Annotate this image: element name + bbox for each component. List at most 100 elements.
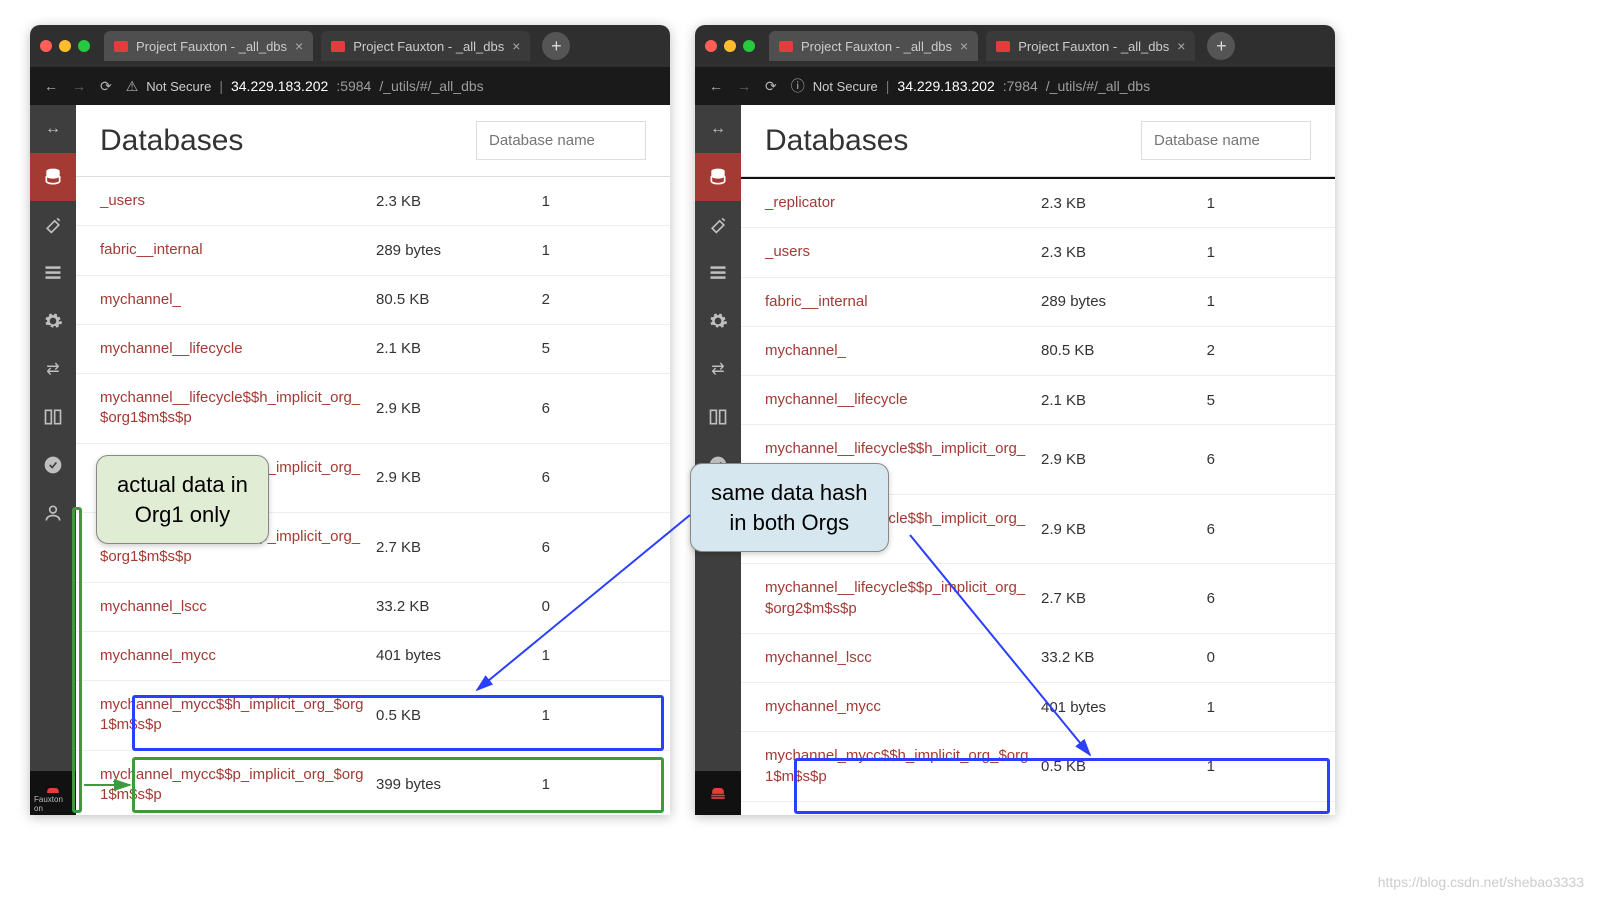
table-row[interactable]: _users2.3 KB1 <box>76 177 670 226</box>
sidebar-databases-icon[interactable] <box>30 153 76 201</box>
sidebar-user-icon[interactable] <box>30 489 76 537</box>
sidebar-databases-icon[interactable] <box>695 153 741 201</box>
traffic-lights <box>705 40 755 52</box>
sidebar-verify-icon[interactable] <box>30 441 76 489</box>
table-row[interactable]: mychannel_mycc$$h_implicit_org_$org1$m$s… <box>741 732 1335 802</box>
sidebar-config-icon[interactable] <box>30 297 76 345</box>
couchdb-logo-icon[interactable] <box>695 771 741 815</box>
search-input[interactable] <box>476 121 646 160</box>
tab-active[interactable]: Project Fauxton - _all_dbs × <box>769 31 978 61</box>
page-header: Databases <box>741 105 1335 177</box>
table-row[interactable]: fabric__internal289 bytes1 <box>741 278 1335 327</box>
db-size: 2.3 KB <box>1041 195 1207 212</box>
db-name[interactable]: mychannel__lifecycle <box>100 339 376 359</box>
page-title: Databases <box>100 124 243 158</box>
table-row[interactable]: fabric__internal289 bytes1 <box>76 226 670 275</box>
info-icon: ⓘ <box>791 76 805 96</box>
db-name[interactable]: _replicator <box>765 193 1041 213</box>
zoom-dot-icon[interactable] <box>78 40 90 52</box>
table-row[interactable]: mychannel_mycc401 bytes1 <box>76 632 670 681</box>
reload-icon[interactable]: ⟳ <box>765 78 777 95</box>
db-doc-count: 1 <box>542 193 652 210</box>
table-row[interactable]: mychannel_lscc33.2 KB0 <box>76 583 670 632</box>
sidebar-tasks-icon[interactable] <box>695 249 741 297</box>
table-row[interactable]: mychannel__lifecycle$$h_implicit_org_$or… <box>76 374 670 444</box>
fauxton-label: Fauxton on <box>30 793 76 815</box>
tab-inactive[interactable]: Project Fauxton - _all_dbs × <box>321 31 530 61</box>
table-row[interactable]: mychannel__lifecycle$$p_implicit_org_$or… <box>741 564 1335 634</box>
sidebar-toggle-icon[interactable]: ↔ <box>30 105 76 153</box>
sidebar-docs-icon[interactable] <box>30 393 76 441</box>
db-name[interactable]: mychannel_mycc <box>100 646 376 666</box>
db-name[interactable]: mychannel_mycc$$p_implicit_org_$org1$m$s… <box>100 765 376 806</box>
db-name[interactable]: mychannel_lscc <box>100 597 376 617</box>
url-host: 34.229.183.202 <box>897 78 994 94</box>
db-size: 2.3 KB <box>376 193 542 210</box>
db-name[interactable]: mychannel__lifecycle$$p_implicit_org_$or… <box>765 578 1041 619</box>
sidebar-toggle-icon[interactable]: ↔ <box>695 105 741 153</box>
sidebar-setup-icon[interactable] <box>30 201 76 249</box>
tab-bar: Project Fauxton - _all_dbs × Project Fau… <box>695 25 1335 67</box>
sidebar-replication-icon[interactable]: ⇄ <box>30 345 76 393</box>
db-size: 401 bytes <box>1041 699 1207 716</box>
db-name[interactable]: _users <box>100 191 376 211</box>
table-row[interactable]: mychannel__lifecycle2.1 KB5 <box>76 325 670 374</box>
tab-active[interactable]: Project Fauxton - _all_dbs × <box>104 31 313 61</box>
sidebar-docs-icon[interactable] <box>695 393 741 441</box>
db-name[interactable]: mychannel_mycc$$h_implicit_org_$org1$m$s… <box>100 695 376 736</box>
db-name[interactable]: fabric__internal <box>100 240 376 260</box>
url-field[interactable]: ⚠ Not Secure | 34.229.183.202:5984/_util… <box>126 78 656 95</box>
db-size: 399 bytes <box>376 776 542 793</box>
table-row[interactable]: _users2.3 KB1 <box>741 228 1335 277</box>
forward-icon[interactable]: → <box>737 78 751 94</box>
close-tab-icon[interactable]: × <box>295 38 303 54</box>
sidebar-setup-icon[interactable] <box>695 201 741 249</box>
db-name[interactable]: fabric__internal <box>765 292 1041 312</box>
zoom-dot-icon[interactable] <box>743 40 755 52</box>
url-field[interactable]: ⓘ Not Secure | 34.229.183.202:7984/_util… <box>791 76 1321 96</box>
close-dot-icon[interactable] <box>705 40 717 52</box>
close-tab-icon[interactable]: × <box>512 38 520 54</box>
db-name[interactable]: _users <box>765 242 1041 262</box>
db-name[interactable]: mychannel__lifecycle$$h_implicit_org_$or… <box>100 388 376 429</box>
db-name[interactable]: mychannel_ <box>765 341 1041 361</box>
table-row[interactable]: mychannel_lscc33.2 KB0 <box>741 634 1335 683</box>
db-name[interactable]: mychannel_mycc$$h_implicit_org_$org1$m$s… <box>765 746 1041 787</box>
db-doc-count: 5 <box>542 340 652 357</box>
db-name[interactable]: mychannel_lscc <box>765 648 1041 668</box>
db-name[interactable]: mychannel__lifecycle <box>765 390 1041 410</box>
table-row[interactable]: _replicator2.3 KB1 <box>741 177 1335 228</box>
db-doc-count: 2 <box>1207 342 1317 359</box>
search-input[interactable] <box>1141 121 1311 160</box>
new-tab-button[interactable]: + <box>1207 32 1235 60</box>
tab-inactive[interactable]: Project Fauxton - _all_dbs × <box>986 31 1195 61</box>
url-path: /_utils/#/_all_dbs <box>379 78 483 94</box>
db-name[interactable]: mychannel_ <box>100 290 376 310</box>
new-tab-button[interactable]: + <box>542 32 570 60</box>
close-tab-icon[interactable]: × <box>1177 38 1185 54</box>
back-icon[interactable]: ← <box>44 78 58 94</box>
db-size: 33.2 KB <box>1041 649 1207 666</box>
table-row[interactable]: mychannel__lifecycle2.1 KB5 <box>741 376 1335 425</box>
reload-icon[interactable]: ⟳ <box>100 78 112 95</box>
table-row[interactable]: mychannel_mycc$$h_implicit_org_$org1$m$s… <box>76 681 670 751</box>
close-dot-icon[interactable] <box>40 40 52 52</box>
sidebar-config-icon[interactable] <box>695 297 741 345</box>
db-size: 2.1 KB <box>376 340 542 357</box>
close-tab-icon[interactable]: × <box>960 38 968 54</box>
table-row[interactable]: mychannel_80.5 KB2 <box>76 276 670 325</box>
minimize-dot-icon[interactable] <box>59 40 71 52</box>
sidebar-tasks-icon[interactable] <box>30 249 76 297</box>
back-icon[interactable]: ← <box>709 78 723 94</box>
table-row[interactable]: mychannel_80.5 KB2 <box>741 327 1335 376</box>
table-row[interactable]: mychannel_mycc$$p_implicit_org_$org1$m$s… <box>76 751 670 816</box>
db-size: 80.5 KB <box>376 291 542 308</box>
sidebar: ↔ ⇄ Fauxton on <box>30 105 76 815</box>
sidebar-replication-icon[interactable]: ⇄ <box>695 345 741 393</box>
callout-blue: same data hash in both Orgs <box>690 463 889 552</box>
table-row[interactable]: mychannel_mycc401 bytes1 <box>741 683 1335 732</box>
minimize-dot-icon[interactable] <box>724 40 736 52</box>
db-name[interactable]: mychannel_mycc <box>765 697 1041 717</box>
db-size: 2.9 KB <box>1041 451 1207 468</box>
forward-icon[interactable]: → <box>72 78 86 94</box>
